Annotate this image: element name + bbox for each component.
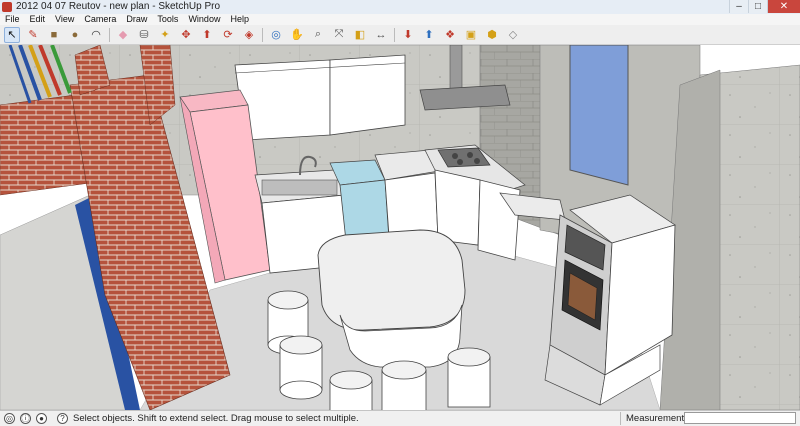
- model-viewport[interactable]: [0, 45, 800, 410]
- rotate-icon[interactable]: ⟳: [220, 27, 236, 43]
- pan-icon[interactable]: ✋: [289, 27, 305, 43]
- sink-basin: [261, 179, 338, 196]
- pencil-line-icon[interactable]: ✎: [25, 27, 41, 43]
- toolbar-separator: [262, 27, 263, 42]
- components-icon[interactable]: ❖: [442, 27, 458, 43]
- user-account-icon[interactable]: ●: [36, 413, 47, 424]
- measurements-input[interactable]: [684, 412, 796, 424]
- close-button[interactable]: ✕: [767, 0, 800, 13]
- eraser-icon[interactable]: ◆: [115, 27, 131, 43]
- menu-draw[interactable]: Draw: [121, 14, 152, 25]
- circle-icon[interactable]: ●: [67, 27, 83, 43]
- dimension-icon[interactable]: ↔: [373, 27, 389, 43]
- measurements-label: Measurements: [626, 413, 689, 424]
- layout-icon[interactable]: ◇: [505, 27, 521, 43]
- window-title: 2012 04 07 Reutov - new plan - SketchUp …: [16, 1, 221, 12]
- title-bar: 2012 04 07 Reutov - new plan - SketchUp …: [0, 0, 800, 15]
- stool-5: [447, 347, 491, 408]
- minimize-button[interactable]: –: [729, 0, 748, 13]
- menu-window[interactable]: Window: [183, 14, 225, 25]
- credits-icon[interactable]: ⓘ: [20, 413, 31, 424]
- window-controls: – □ ✕: [729, 0, 800, 14]
- toolbar-separator: [109, 27, 110, 42]
- menu-tools[interactable]: Tools: [152, 14, 183, 25]
- rectangle-icon[interactable]: ■: [46, 27, 62, 43]
- window-glass: [569, 45, 629, 186]
- help-question-icon[interactable]: ?: [57, 413, 68, 424]
- move-icon[interactable]: ✥: [178, 27, 194, 43]
- kitchen-scene: [0, 45, 800, 410]
- sketchup-logo-icon: [2, 2, 12, 12]
- menu-help[interactable]: Help: [225, 14, 254, 25]
- offset-icon[interactable]: ◈: [241, 27, 257, 43]
- menu-edit[interactable]: Edit: [25, 14, 51, 25]
- geo-location-icon[interactable]: ◎: [4, 413, 15, 424]
- tape-measure-icon[interactable]: ✦: [157, 27, 173, 43]
- maximize-button[interactable]: □: [748, 0, 767, 13]
- status-bar: ◎ ⓘ ● ? Select objects. Shift to extend …: [0, 410, 800, 426]
- get-models-icon[interactable]: ⬇: [400, 27, 416, 43]
- orbit-icon[interactable]: ◎: [268, 27, 284, 43]
- stool-3: [329, 370, 373, 410]
- menu-view[interactable]: View: [50, 14, 79, 25]
- zoom-icon[interactable]: ⌕: [310, 27, 326, 43]
- main-toolbar: ↖ ✎ ■ ● ◠ ◆ ⛁ ✦ ✥ ⬆ ⟳ ◈ ◎ ✋ ⌕ ⤧ ◧ ↔ ⬇ ⬆ ❖ ▣ ⬢ ◇: [0, 25, 800, 45]
- toolbar-separator: [394, 27, 395, 42]
- section-plane-icon[interactable]: ◧: [352, 27, 368, 43]
- menu-camera[interactable]: Camera: [79, 14, 121, 25]
- menu-file[interactable]: File: [0, 14, 25, 25]
- share-model-icon[interactable]: ⬆: [421, 27, 437, 43]
- extension-warehouse-icon[interactable]: ⬢: [484, 27, 500, 43]
- select-arrow-icon[interactable]: ↖: [4, 26, 20, 43]
- paint-bucket-icon[interactable]: ⛁: [136, 27, 152, 43]
- status-divider: [620, 412, 621, 425]
- hood-chimney: [449, 45, 463, 91]
- push-pull-icon[interactable]: ⬆: [199, 27, 215, 43]
- menu-bar: File Edit View Camera Draw Tools Window …: [0, 14, 800, 25]
- zoom-extents-icon[interactable]: ⤧: [331, 27, 347, 43]
- stool-2: [279, 335, 323, 400]
- status-hint: Select objects. Shift to extend select. …: [73, 413, 359, 424]
- lower-cabinet-right: [477, 179, 521, 261]
- materials-icon[interactable]: ▣: [463, 27, 479, 43]
- stool-4: [381, 360, 427, 410]
- arc-icon[interactable]: ◠: [88, 27, 104, 43]
